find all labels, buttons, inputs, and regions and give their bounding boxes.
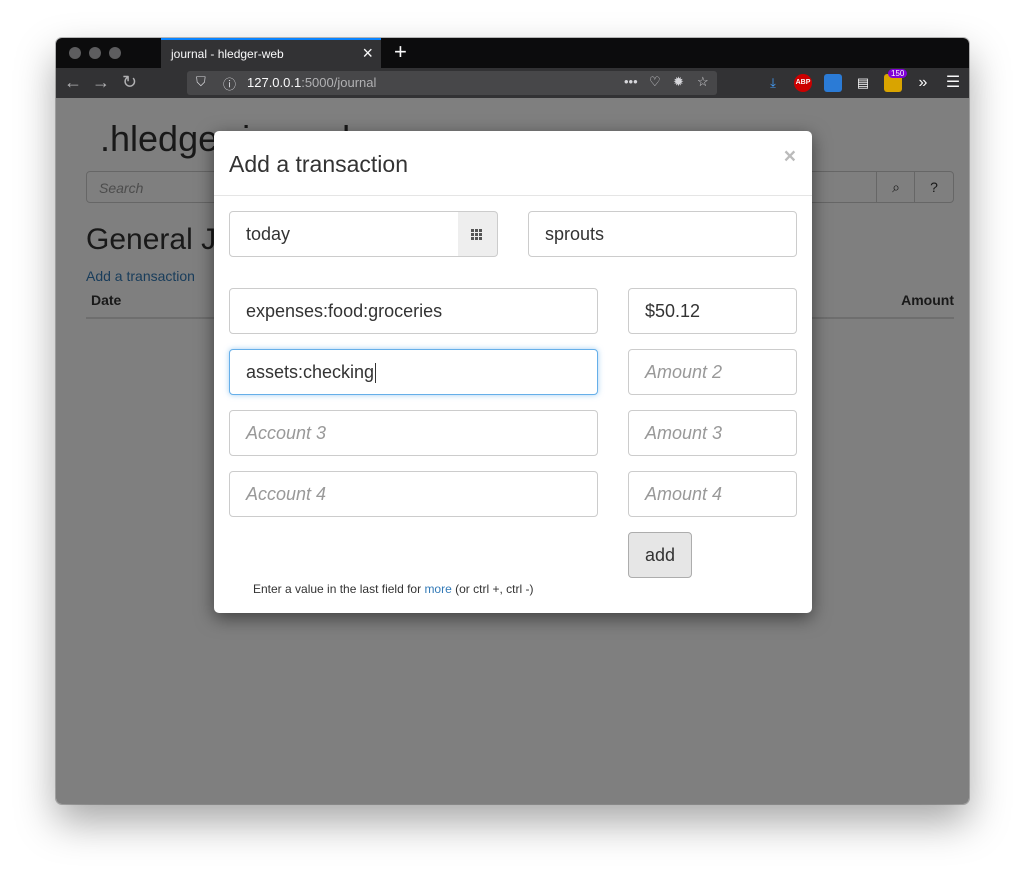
more-link[interactable]: more [424, 582, 451, 596]
back-icon[interactable]: ← [64, 72, 82, 93]
amount-4-field[interactable]: Amount 4 [628, 471, 797, 517]
adblock-icon[interactable]: ABP [794, 74, 812, 92]
url-path: :5000/journal [301, 75, 377, 90]
menu-icon[interactable]: ☰ [944, 74, 962, 92]
forward-icon[interactable]: → [92, 72, 110, 93]
shield-icon[interactable]: ⛉ [196, 74, 206, 90]
account-1-field[interactable]: expenses:food:groceries [229, 288, 598, 334]
container-icon[interactable]: ▤ [854, 74, 872, 92]
tab-title: journal - hledger-web [171, 47, 284, 61]
overflow-icon[interactable]: » [914, 74, 932, 92]
url-host: 127.0.0.1 [247, 75, 302, 90]
info-icon[interactable]: ⓘ [223, 74, 236, 93]
tab-count-badge: 150 [888, 69, 908, 78]
amount-1-field[interactable]: $50.12 [628, 288, 797, 334]
nav-bar: ← → ↻ ⛉ ⓘ 127.0.0.1:5000/journal ••• ♡ ✹… [56, 68, 969, 98]
account-3-field[interactable]: Account 3 [229, 410, 598, 456]
bug-icon[interactable]: ✹ [673, 74, 684, 90]
extension-icon[interactable] [824, 74, 842, 92]
download-icon[interactable]: ⤓ [764, 74, 782, 92]
bookmark-star-icon[interactable]: ☆ [697, 74, 709, 90]
amount-3-field[interactable]: Amount 3 [628, 410, 797, 456]
account-2-value: assets:checking [246, 362, 375, 382]
account-4-field[interactable]: Account 4 [229, 471, 598, 517]
url-bar[interactable]: ⛉ ⓘ 127.0.0.1:5000/journal ••• ♡ ✹ ☆ [187, 71, 717, 95]
close-window-icon[interactable] [69, 47, 81, 59]
add-button[interactable]: add [628, 532, 692, 578]
tab-journal[interactable]: journal - hledger-web × [161, 38, 381, 68]
text-caret [375, 363, 377, 384]
modal-header-divider [214, 195, 812, 196]
grid-icon [471, 229, 483, 241]
date-picker-button[interactable] [458, 211, 498, 257]
more-actions-icon[interactable]: ••• [624, 74, 638, 89]
add-transaction-modal: Add a transaction × today sprouts expens… [214, 131, 812, 613]
date-field[interactable]: today [229, 211, 459, 257]
new-tab-icon[interactable]: + [394, 39, 407, 65]
minimize-window-icon[interactable] [89, 47, 101, 59]
modal-title: Add a transaction [229, 151, 409, 177]
account-2-field[interactable]: assets:checking [229, 349, 598, 395]
tab-close-icon[interactable]: × [362, 43, 373, 64]
amount-2-field[interactable]: Amount 2 [628, 349, 797, 395]
modal-close-icon[interactable]: × [784, 145, 796, 169]
pocket-icon[interactable]: ♡ [649, 74, 661, 90]
hint-prefix: Enter a value in the last field for [253, 582, 422, 596]
description-field[interactable]: sprouts [528, 211, 797, 257]
help-hint: Enter a value in the last field for more… [253, 582, 533, 596]
zoom-window-icon[interactable] [109, 47, 121, 59]
tab-strip: journal - hledger-web × + [56, 38, 969, 68]
url-text[interactable]: 127.0.0.1:5000/journal [247, 75, 376, 90]
reload-icon[interactable]: ↻ [122, 72, 137, 93]
hint-suffix: (or ctrl +, ctrl -) [455, 582, 534, 596]
